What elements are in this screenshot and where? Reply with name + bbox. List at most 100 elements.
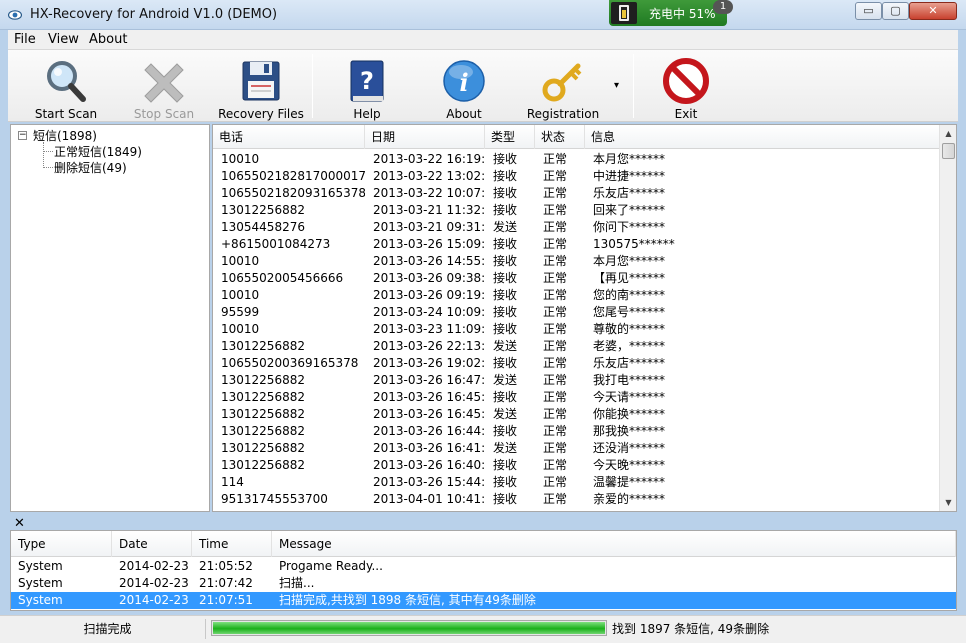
sms-row[interactable]: 13012256882 2013-03-21 11:32:44 接收 正常 回来了***… xyxy=(213,202,943,219)
scroll-down-arrow-icon[interactable]: ▼ xyxy=(940,494,956,511)
column-header-type[interactable]: 类型 xyxy=(485,125,535,149)
menu-about[interactable]: About xyxy=(89,32,127,47)
tree-item-normal-sms[interactable]: 正常短信(1849) xyxy=(54,143,142,160)
sms-row[interactable]: 13012256882 2013-03-26 16:41:35 发送 正常 还没消***… xyxy=(213,440,943,457)
log-cell-time: 21:07:42 xyxy=(199,576,253,590)
battery-indicator[interactable]: 充电中 51% xyxy=(609,0,727,26)
log-close-icon[interactable]: ✕ xyxy=(14,516,25,531)
log-column-time[interactable]: Time xyxy=(192,531,272,557)
sms-row[interactable]: 13054458276 2013-03-21 09:31:45 发送 正常 你问下***… xyxy=(213,219,943,236)
sms-row[interactable]: 10010 2013-03-26 09:19:57 接收 正常 您的南****** xyxy=(213,287,943,304)
log-column-type[interactable]: Type xyxy=(11,531,112,557)
recovery-files-button[interactable]: Recovery Files xyxy=(218,50,304,122)
sms-row[interactable]: 10010 2013-03-23 11:09:05 接收 正常 尊敬的****** xyxy=(213,321,943,338)
svg-text:i: i xyxy=(459,68,468,97)
cell-date: 2013-03-26 16:40:59 xyxy=(373,458,485,472)
title-bar: HX-Recovery for Android V1.0 (DEMO) 充电中 … xyxy=(0,0,966,30)
log-cell-time: 21:05:52 xyxy=(199,559,253,573)
log-cell-time: 21:07:51 xyxy=(199,593,253,607)
cell-type: 接收 xyxy=(493,458,518,472)
cell-status: 正常 xyxy=(543,475,568,489)
sms-row[interactable]: 1065502182093165378 2013-03-22 10:07:18 接收… xyxy=(213,185,943,202)
scroll-up-arrow-icon[interactable]: ▲ xyxy=(940,125,956,142)
cell-message: 老婆，****** xyxy=(593,339,666,353)
column-header-message[interactable]: 信息 xyxy=(585,125,943,149)
cell-status: 正常 xyxy=(543,441,568,455)
tree-item-deleted-sms[interactable]: 删除短信(49) xyxy=(54,159,127,176)
log-row[interactable]: System 2014-02-23 21:07:42 扫描... xyxy=(11,575,956,592)
log-row[interactable]: System 2014-02-23 21:05:52 Progame Ready... xyxy=(11,558,956,575)
log-cell-type: System xyxy=(18,559,63,573)
minimize-button[interactable]: ▭ xyxy=(855,2,882,20)
help-button[interactable]: ? Help xyxy=(336,50,398,122)
exit-button[interactable]: Exit xyxy=(655,50,717,122)
cell-status: 正常 xyxy=(543,305,568,319)
sms-row[interactable]: 114 2013-03-26 15:44:04 接收 正常 温馨提****** xyxy=(213,474,943,491)
cell-phone: 13012256882 xyxy=(221,373,305,387)
log-row[interactable]: System 2014-02-23 21:07:51 扫描完成,共找到 1898 条短… xyxy=(11,592,956,609)
cell-type: 发送 xyxy=(493,339,518,353)
cell-phone: +8615001084273 xyxy=(221,237,331,251)
menu-bar: File View About xyxy=(8,30,958,50)
cell-phone: 10010 xyxy=(221,288,260,302)
tree-line xyxy=(43,167,53,168)
registration-button[interactable]: Registration xyxy=(523,50,603,122)
about-button[interactable]: i About xyxy=(433,50,495,122)
column-header-phone[interactable]: 电话 xyxy=(213,125,365,149)
cell-message: 您的南****** xyxy=(593,288,666,302)
sms-row[interactable]: 1065502005456666 2013-03-26 09:38:56 接收 正常 【… xyxy=(213,270,943,287)
cell-type: 接收 xyxy=(493,424,518,438)
cell-message: 回来了****** xyxy=(593,203,666,217)
log-cell-message: 扫描完成,共找到 1898 条短信, 其中有49条删除 xyxy=(279,593,536,607)
registration-dropdown-arrow[interactable]: ▾ xyxy=(614,80,619,91)
cell-type: 接收 xyxy=(493,305,518,319)
start-scan-button[interactable]: Start Scan xyxy=(32,50,100,122)
cell-phone: 95599 xyxy=(221,305,260,319)
help-label: Help xyxy=(353,107,381,121)
menu-view[interactable]: View xyxy=(48,32,79,47)
cell-message: 那我换****** xyxy=(593,424,666,438)
cell-status: 正常 xyxy=(543,492,568,506)
sms-row[interactable]: 13012256882 2013-03-26 16:44:34 接收 正常 那我换***… xyxy=(213,423,943,440)
cell-phone: 114 xyxy=(221,475,244,489)
maximize-button[interactable]: ▢ xyxy=(882,2,909,20)
log-column-message[interactable]: Message xyxy=(272,531,956,557)
sms-row[interactable]: 1065502182817000017 2013-03-22 13:02:24 接收… xyxy=(213,168,943,185)
cell-status: 正常 xyxy=(543,356,568,370)
sms-row[interactable]: +8615001084273 2013-03-26 15:09:46 接收 正常 130… xyxy=(213,236,943,253)
cell-date: 2013-03-26 16:47:25 xyxy=(373,373,485,387)
sms-row[interactable]: 10010 2013-03-26 14:55:30 接收 正常 本月您****** xyxy=(213,253,943,270)
grid-scrollbar[interactable]: ▲ ▼ xyxy=(939,125,956,511)
sms-row[interactable]: 10010 2013-03-22 16:19:56 接收 正常 本月您****** xyxy=(213,151,943,168)
column-header-date[interactable]: 日期 xyxy=(365,125,485,149)
sms-row[interactable]: 106550200369165378 2013-03-26 19:02:15 接收 正… xyxy=(213,355,943,372)
cell-phone: 13012256882 xyxy=(221,458,305,472)
column-header-status[interactable]: 状态 xyxy=(535,125,585,149)
sms-row[interactable]: 13012256882 2013-03-26 16:47:25 发送 正常 我打电***… xyxy=(213,372,943,389)
scrollbar-thumb[interactable] xyxy=(942,143,955,159)
cell-status: 正常 xyxy=(543,169,568,183)
stop-scan-button[interactable]: Stop Scan xyxy=(130,50,198,122)
cell-type: 接收 xyxy=(493,492,518,506)
tree-expander[interactable]: − xyxy=(18,131,27,140)
sms-row[interactable]: 13012256882 2013-03-26 16:40:59 接收 正常 今天晚***… xyxy=(213,457,943,474)
cell-type: 接收 xyxy=(493,271,518,285)
cell-date: 2013-03-26 15:44:04 xyxy=(373,475,485,489)
sms-row[interactable]: 13012256882 2013-03-26 16:45:54 接收 正常 今天请***… xyxy=(213,389,943,406)
cell-type: 接收 xyxy=(493,288,518,302)
cell-phone: 1065502005456666 xyxy=(221,271,344,285)
sms-row[interactable]: 95131745553700 2013-04-01 10:41:18 接收 正常 亲爱的… xyxy=(213,491,943,508)
log-column-date[interactable]: Date xyxy=(112,531,192,557)
menu-file[interactable]: File xyxy=(14,32,36,47)
status-text: 扫描完成 xyxy=(10,619,206,639)
sms-row[interactable]: 95599 2013-03-24 10:09:56 接收 正常 您尾号****** xyxy=(213,304,943,321)
cell-message: 温馨提****** xyxy=(593,475,666,489)
cell-date: 2013-03-26 22:13:57 xyxy=(373,339,485,353)
sms-row[interactable]: 13012256882 2013-03-26 22:13:57 发送 正常 老婆，***… xyxy=(213,338,943,355)
sms-row[interactable]: 13012256882 2013-03-26 16:45:20 发送 正常 你能换***… xyxy=(213,406,943,423)
close-button[interactable]: ✕ xyxy=(909,2,957,20)
cell-message: 今天晚****** xyxy=(593,458,666,472)
log-cell-date: 2014-02-23 xyxy=(119,576,189,590)
cell-date: 2013-03-21 11:32:44 xyxy=(373,203,485,217)
cell-status: 正常 xyxy=(543,373,568,387)
